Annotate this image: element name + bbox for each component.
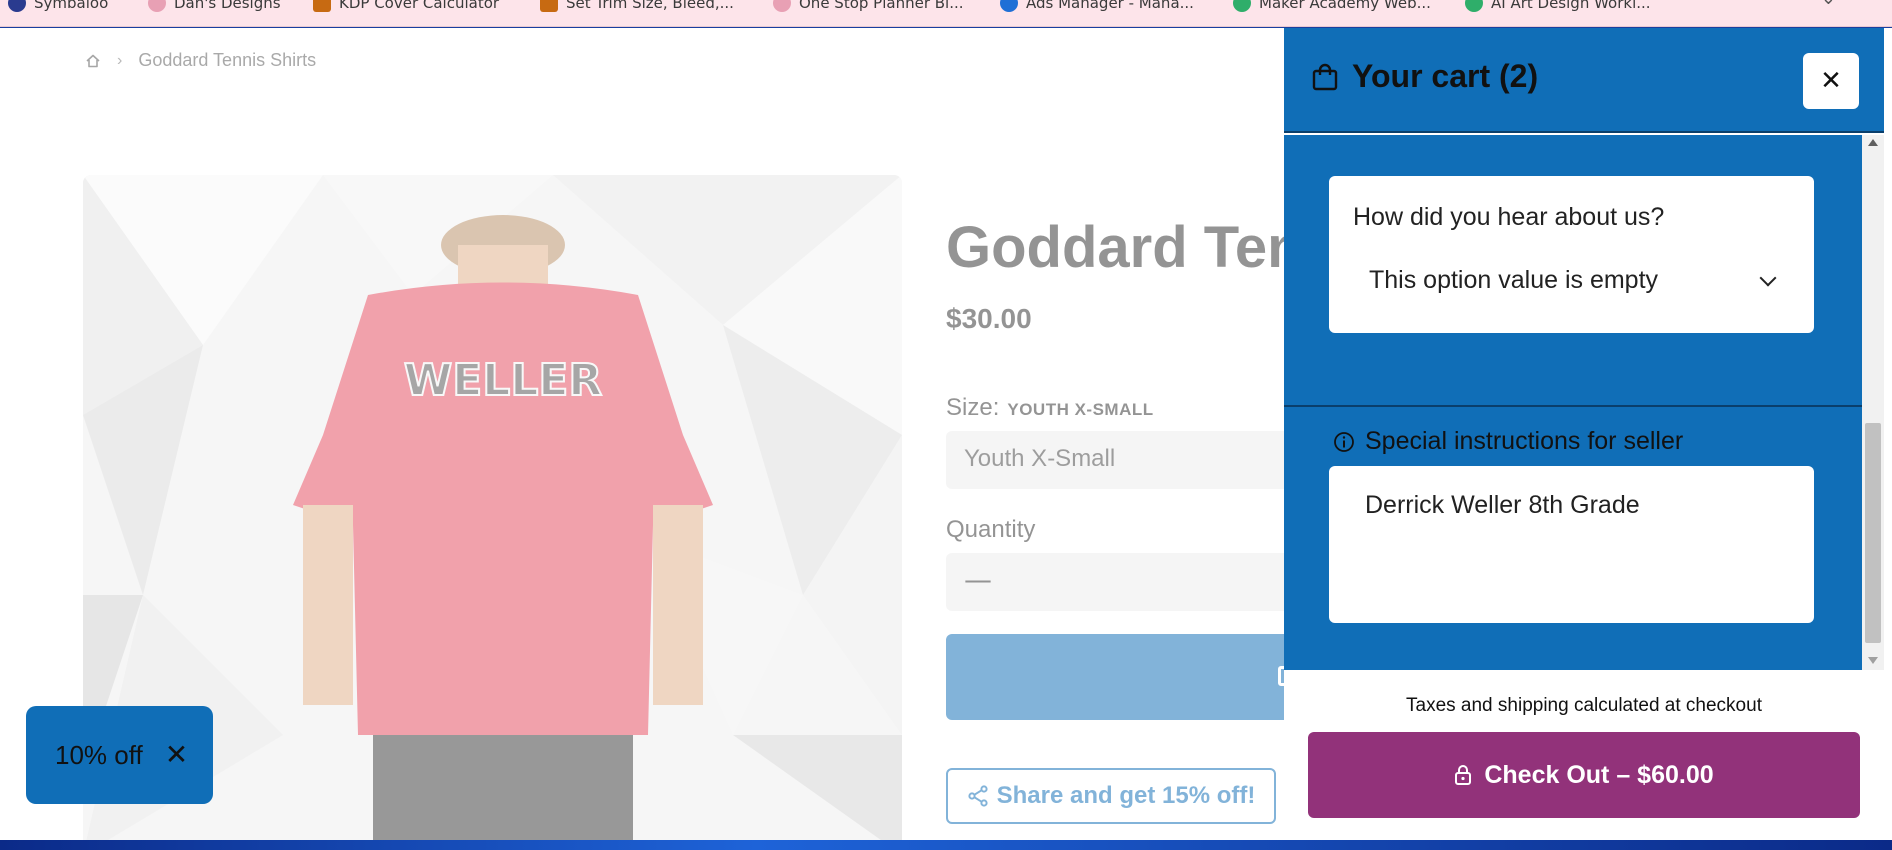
referral-question: How did you hear about us? <box>1353 203 1665 231</box>
referral-select[interactable]: This option value is empty <box>1369 266 1789 295</box>
cart-drawer: Your cart (2) ✕ How did you hear about u… <box>1284 28 1884 840</box>
bookmark-favicon-icon <box>773 0 791 12</box>
bookmark-maker-academy[interactable]: Maker Academy Web... <box>1233 0 1431 14</box>
checkout-button[interactable]: Check Out – $60.00 <box>1308 732 1860 818</box>
bookmark-favicon-icon <box>148 0 166 12</box>
info-icon <box>1334 431 1354 452</box>
cart-title: Your cart (2) <box>1312 58 1538 95</box>
discount-popup[interactable]: 10% off ✕ <box>26 706 213 804</box>
bookmark-symbaloo[interactable]: Symbaloo <box>8 0 108 14</box>
instructions-textarea[interactable]: Derrick Weller 8th Grade <box>1329 466 1814 623</box>
shopping-bag-icon <box>1312 63 1338 90</box>
bookmark-dans-designs[interactable]: Dan's Designs <box>148 0 281 14</box>
scroll-down-icon[interactable] <box>1868 657 1878 664</box>
scroll-thumb[interactable] <box>1865 423 1881 643</box>
chevron-down-icon[interactable]: ⌄ <box>1821 0 1836 9</box>
lock-icon <box>1455 765 1472 785</box>
bookmark-kdp-cover[interactable]: KDP Cover Calculator <box>313 0 499 14</box>
scroll-up-icon[interactable] <box>1868 139 1878 146</box>
referral-card: How did you hear about us? This option v… <box>1329 176 1814 333</box>
divider <box>1284 405 1862 407</box>
bookmark-trim-size[interactable]: Set Trim Size, Bleed,... <box>540 0 734 14</box>
cart-scrollbar[interactable] <box>1862 135 1884 670</box>
bookmark-favicon-icon <box>540 0 558 12</box>
close-icon[interactable]: ✕ <box>165 741 188 769</box>
instructions-label: Special instructions for seller <box>1333 427 1683 456</box>
cart-body: How did you hear about us? This option v… <box>1284 135 1862 670</box>
desktop-background <box>0 840 1892 850</box>
bookmark-favicon-icon <box>1465 0 1483 12</box>
bookmark-favicon-icon <box>8 0 26 12</box>
close-cart-button[interactable]: ✕ <box>1803 53 1859 109</box>
discount-label: 10% off <box>55 739 143 770</box>
tax-note: Taxes and shipping calculated at checkou… <box>1406 695 1762 716</box>
bookmarks-bar: Symbaloo Dan's Designs KDP Cover Calcula… <box>0 0 1892 27</box>
meta-icon <box>1000 0 1018 12</box>
cart-header: Your cart (2) ✕ <box>1284 28 1884 133</box>
bookmark-favicon-icon <box>313 0 331 12</box>
bookmark-planner[interactable]: One Stop Planner Bi... <box>773 0 964 14</box>
bookmark-ai-art[interactable]: AI Art Design Workl... <box>1465 0 1651 14</box>
bookmark-ads-manager[interactable]: Ads Manager - Mana... <box>1000 0 1194 14</box>
bookmark-favicon-icon <box>1233 0 1251 12</box>
